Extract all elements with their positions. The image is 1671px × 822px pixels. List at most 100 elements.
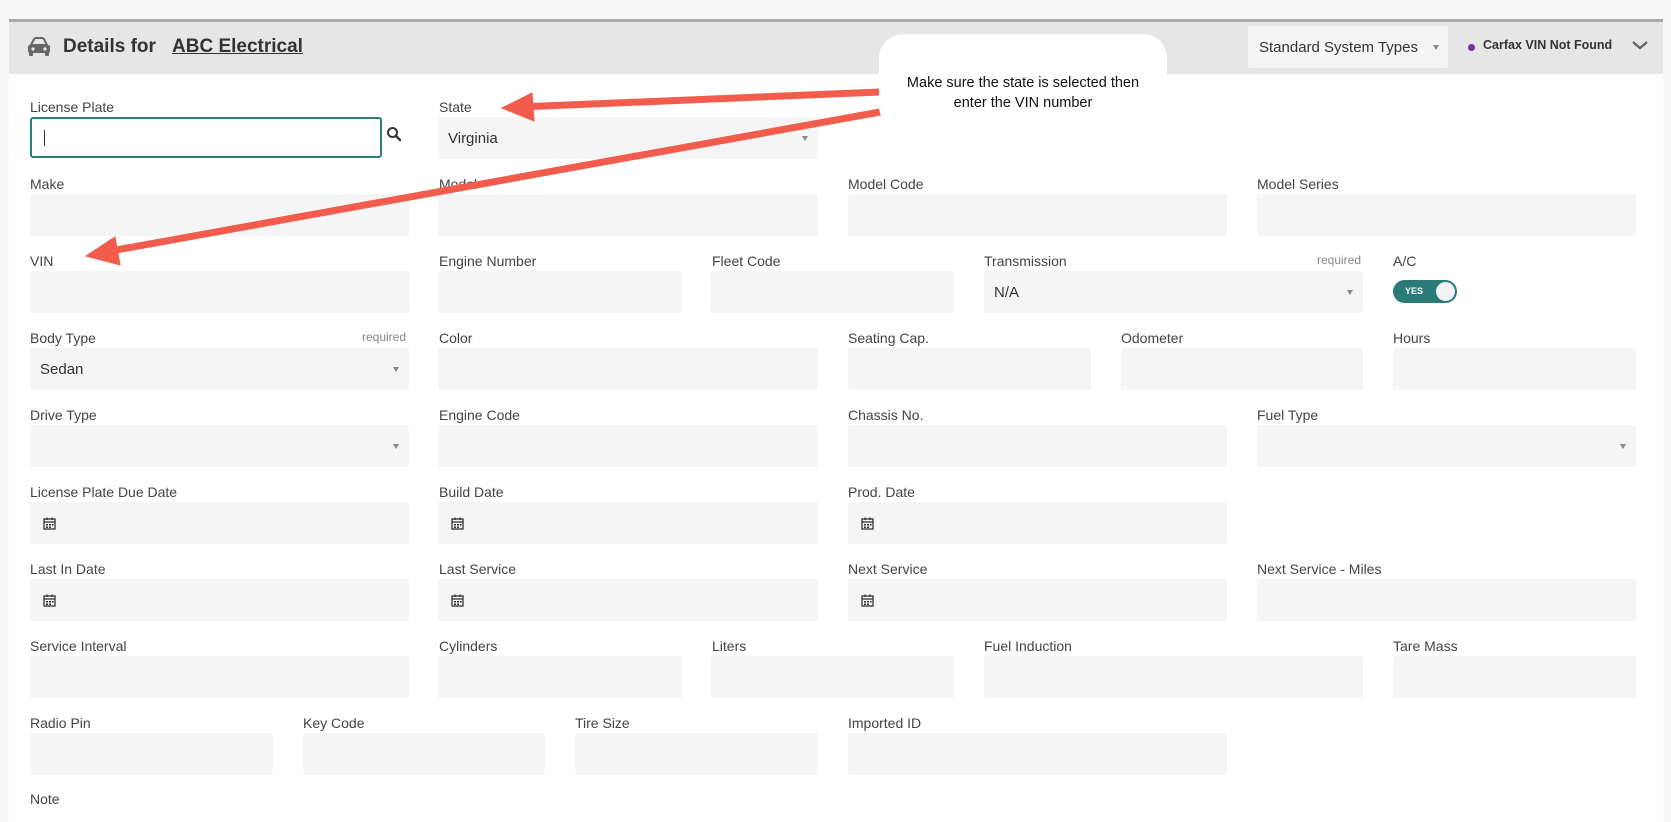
- callout-text: Make sure the state is selected then ent…: [906, 75, 1140, 111]
- make-input[interactable]: [30, 194, 409, 236]
- seating-cap-input[interactable]: [848, 348, 1091, 390]
- engine-code-label: Engine Code: [439, 407, 520, 423]
- calendar-icon[interactable]: [451, 517, 464, 530]
- build-date-label: Build Date: [439, 484, 504, 500]
- liters-input[interactable]: [711, 656, 954, 698]
- carfax-status: Carfax VIN Not Found: [1483, 38, 1613, 52]
- liters-label: Liters: [712, 638, 747, 654]
- color-label: Color: [439, 330, 473, 346]
- fuel-induction-label: Fuel Induction: [984, 638, 1072, 654]
- odometer-input[interactable]: [1121, 348, 1363, 390]
- transmission-value: N/A: [994, 284, 1020, 301]
- model-input[interactable]: [438, 194, 818, 236]
- model-code-input[interactable]: [848, 194, 1227, 236]
- last-in-date-input[interactable]: [30, 579, 409, 621]
- tare-mass-input[interactable]: [1393, 656, 1636, 698]
- state-select[interactable]: Virginia: [438, 117, 818, 159]
- calendar-icon[interactable]: [43, 517, 56, 530]
- transmission-label: Transmission: [984, 253, 1067, 269]
- toggle-state-text: YES: [1405, 286, 1424, 296]
- license-plate-label: License Plate: [30, 99, 115, 115]
- body-type-select[interactable]: Sedan: [30, 348, 409, 390]
- vin-input[interactable]: [30, 271, 409, 313]
- note-label: Note: [30, 791, 60, 807]
- key-code-input[interactable]: [303, 733, 545, 775]
- build-date-input[interactable]: [438, 502, 818, 544]
- next-service-input[interactable]: [848, 579, 1227, 621]
- radio-pin-input[interactable]: [30, 733, 273, 775]
- ac-label: A/C: [1393, 253, 1417, 269]
- engine-code-input[interactable]: [438, 425, 818, 467]
- tire-size-input[interactable]: [575, 733, 818, 775]
- model-code-label: Model Code: [848, 176, 924, 192]
- hours-label: Hours: [1393, 330, 1431, 346]
- chassis-no-label: Chassis No.: [848, 407, 924, 423]
- tire-size-label: Tire Size: [575, 715, 630, 731]
- model-series-label: Model Series: [1257, 176, 1339, 192]
- hours-input[interactable]: [1393, 348, 1636, 390]
- prod-date-input[interactable]: [848, 502, 1227, 544]
- last-in-date-label: Last In Date: [30, 561, 106, 577]
- color-input[interactable]: [438, 348, 818, 390]
- ac-toggle[interactable]: YES: [1393, 280, 1457, 303]
- make-label: Make: [30, 176, 65, 192]
- last-service-label: Last Service: [439, 561, 517, 577]
- status-dot-icon: [1468, 44, 1475, 51]
- prod-date-label: Prod. Date: [848, 484, 915, 500]
- required-indicator: required: [1317, 253, 1362, 267]
- license-plate-due-date-input[interactable]: [30, 502, 409, 544]
- toggle-knob: [1436, 282, 1455, 301]
- text-cursor: [44, 130, 45, 146]
- transmission-select[interactable]: N/A: [984, 271, 1363, 313]
- fuel-induction-input[interactable]: [984, 656, 1363, 698]
- body-type-value: Sedan: [40, 361, 84, 378]
- service-interval-label: Service Interval: [30, 638, 127, 654]
- chevron-down-icon: [1620, 444, 1626, 449]
- fleet-code-input[interactable]: [711, 271, 954, 313]
- calendar-icon[interactable]: [861, 594, 874, 607]
- state-label: State: [439, 99, 472, 115]
- details-header: Details for ABC Electrical Standard Syst…: [9, 22, 1663, 74]
- search-icon[interactable]: [386, 126, 402, 142]
- fleet-code-label: Fleet Code: [712, 253, 781, 269]
- required-indicator: required: [362, 330, 407, 344]
- cylinders-input[interactable]: [438, 656, 682, 698]
- next-service-miles-label: Next Service - Miles: [1257, 561, 1382, 577]
- last-service-input[interactable]: [438, 579, 818, 621]
- cylinders-label: Cylinders: [439, 638, 498, 654]
- calendar-icon[interactable]: [451, 594, 464, 607]
- calendar-icon[interactable]: [861, 517, 874, 530]
- tare-mass-label: Tare Mass: [1393, 638, 1458, 654]
- model-label: Model: [439, 176, 478, 192]
- next-service-label: Next Service: [848, 561, 928, 577]
- odometer-label: Odometer: [1121, 330, 1184, 346]
- state-value: Virginia: [448, 130, 498, 147]
- body-type-label: Body Type: [30, 330, 96, 346]
- car-icon: [28, 37, 50, 56]
- engine-number-input[interactable]: [438, 271, 682, 313]
- chevron-down-icon: [802, 136, 808, 141]
- key-code-label: Key Code: [303, 715, 365, 731]
- system-type-value: Standard System Types: [1259, 39, 1418, 56]
- next-service-miles-input[interactable]: [1257, 579, 1636, 621]
- license-plate-due-date-label: License Plate Due Date: [30, 484, 178, 500]
- radio-pin-label: Radio Pin: [30, 715, 91, 731]
- fuel-type-select[interactable]: [1257, 425, 1636, 467]
- drive-type-select[interactable]: [30, 425, 409, 467]
- details-title: Details for: [63, 36, 156, 57]
- fuel-type-label: Fuel Type: [1257, 407, 1319, 423]
- engine-number-label: Engine Number: [439, 253, 537, 269]
- collapse-chevron-icon[interactable]: [1631, 39, 1649, 51]
- seating-cap-label: Seating Cap.: [848, 330, 929, 346]
- chevron-down-icon: [1433, 45, 1439, 50]
- chassis-no-input[interactable]: [848, 425, 1227, 467]
- annotation-callout: Make sure the state is selected then ent…: [879, 34, 1167, 130]
- license-plate-input[interactable]: [30, 117, 382, 158]
- service-interval-input[interactable]: [30, 656, 409, 698]
- model-series-input[interactable]: [1257, 194, 1636, 236]
- customer-name-link[interactable]: ABC Electrical: [172, 36, 303, 58]
- imported-id-input[interactable]: [848, 733, 1227, 775]
- calendar-icon[interactable]: [43, 594, 56, 607]
- system-type-select[interactable]: Standard System Types: [1248, 26, 1448, 68]
- chevron-down-icon: [393, 367, 399, 372]
